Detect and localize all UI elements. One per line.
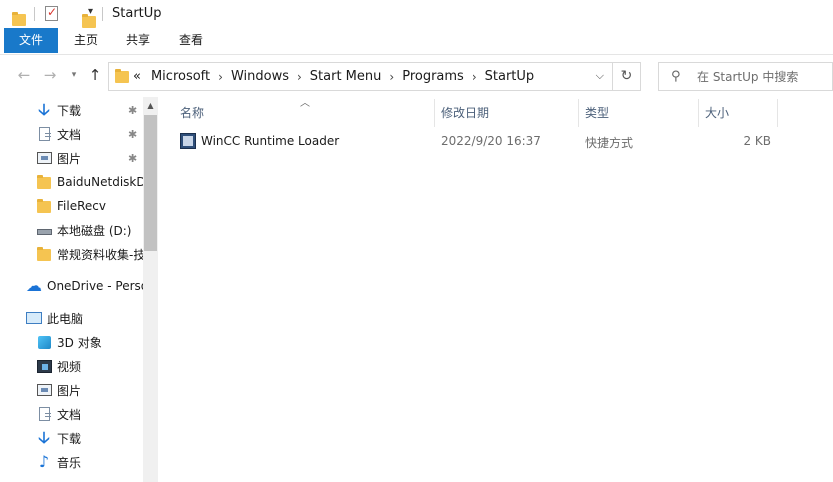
column-divider[interactable] — [578, 99, 579, 127]
breadcrumb-overflow[interactable]: « — [133, 69, 141, 84]
search-box[interactable]: ⚲ — [658, 62, 833, 91]
3d-objects-icon — [36, 334, 52, 350]
nav-item-label: 下载 — [57, 103, 82, 118]
folder-icon — [12, 12, 26, 26]
nav-item-label: 下载 — [57, 431, 82, 446]
chevron-right-icon[interactable]: › — [297, 70, 302, 84]
scroll-up-icon[interactable]: ▲ — [143, 99, 158, 113]
tab-share[interactable]: 共享 — [122, 28, 154, 53]
tab-home[interactable]: 主页 — [70, 28, 102, 53]
nav-item-label: BaiduNetdiskD — [57, 175, 146, 189]
folder-icon — [36, 174, 52, 190]
document-icon — [36, 126, 52, 142]
nav-item-label: 3D 对象 — [57, 335, 102, 350]
column-header-size[interactable]: 大小 — [705, 102, 729, 124]
breadcrumb-start-menu[interactable]: Start Menu — [310, 69, 382, 84]
table-row[interactable]: WinCC Runtime Loader 2022/9/20 16:37 快捷方… — [178, 130, 798, 152]
back-arrow-icon[interactable]: ← — [15, 66, 33, 84]
picture-icon — [36, 382, 52, 398]
pin-icon[interactable]: ✱ — [128, 128, 137, 141]
nav-item-label: 文档 — [57, 407, 82, 422]
column-header-type[interactable]: 类型 — [585, 102, 609, 124]
folder-icon — [36, 246, 52, 262]
nav-item-label: 本地磁盘 (D:) — [57, 223, 132, 238]
download-icon: 🡣 — [38, 100, 50, 119]
tab-view[interactable]: 查看 — [175, 28, 207, 53]
title-bar: ▾ StartUp — [0, 0, 833, 28]
column-divider[interactable] — [698, 99, 699, 127]
sort-ascending-icon: ︿ — [300, 98, 310, 109]
column-header-name[interactable]: 名称 — [180, 102, 204, 124]
nav-item-label: 常规资料收集-技 — [57, 247, 146, 262]
navigation-pane: 🡣 下载 ✱ 文档 ✱ 图片 ✱ BaiduNetdiskD FileRecv … — [0, 97, 158, 482]
chevron-right-icon[interactable]: › — [389, 70, 394, 84]
tab-file[interactable]: 文件 — [4, 28, 58, 53]
scrollbar-thumb[interactable] — [144, 115, 157, 251]
new-folder-icon[interactable] — [82, 14, 96, 28]
toolbar-separator — [34, 7, 35, 21]
nav-item-onedrive[interactable]: ☁ OneDrive - Perso — [26, 275, 143, 297]
drive-icon — [36, 222, 52, 238]
breadcrumb-startup[interactable]: StartUp — [485, 69, 535, 84]
address-bar[interactable]: « Microsoft › Windows › Start Menu › Pro… — [108, 62, 641, 91]
file-name: WinCC Runtime Loader — [201, 134, 340, 148]
file-list: ︿ 名称 修改日期 类型 大小 WinCC Runtime Loader 202… — [160, 97, 833, 482]
forward-arrow-icon[interactable]: → — [41, 66, 59, 84]
music-icon: ♪ — [38, 452, 50, 471]
breadcrumb-microsoft[interactable]: Microsoft — [151, 69, 210, 84]
nav-item-label: 音乐 — [57, 455, 82, 470]
column-header-modified[interactable]: 修改日期 — [441, 102, 489, 124]
pin-icon[interactable]: ✱ — [128, 152, 137, 165]
nav-item-label: 文档 — [57, 127, 82, 142]
folder-icon — [36, 198, 52, 214]
ribbon: 文件 主页 共享 查看 — [0, 28, 833, 55]
breadcrumb-windows[interactable]: Windows — [231, 69, 289, 84]
cloud-icon: ☁ — [26, 276, 42, 295]
file-size: 2 KB — [743, 134, 771, 148]
nav-scrollbar[interactable]: ▲ — [143, 97, 158, 482]
window-title: StartUp — [112, 6, 162, 21]
column-divider[interactable] — [434, 99, 435, 127]
properties-icon[interactable] — [45, 5, 58, 21]
file-type: 快捷方式 — [585, 136, 634, 150]
toolbar-separator — [102, 7, 103, 21]
pin-icon[interactable]: ✱ — [128, 104, 137, 117]
file-modified-date: 2022/9/20 16:37 — [441, 134, 541, 148]
nav-item-label: 图片 — [57, 383, 82, 398]
search-icon: ⚲ — [671, 69, 681, 84]
search-input[interactable] — [697, 68, 827, 86]
download-icon: 🡣 — [38, 428, 50, 447]
document-icon — [36, 406, 52, 422]
nav-item-label: 此电脑 — [47, 311, 84, 326]
refresh-icon[interactable]: ↻ — [612, 63, 640, 90]
nav-item-label: 图片 — [57, 151, 82, 166]
chevron-right-icon[interactable]: › — [218, 70, 223, 84]
wincc-shortcut-icon — [180, 133, 196, 149]
nav-item-this-pc[interactable]: 此电脑 — [26, 307, 143, 329]
nav-item-label: FileRecv — [57, 199, 106, 213]
chevron-down-icon[interactable]: ⌵ — [596, 69, 604, 83]
breadcrumb-programs[interactable]: Programs — [402, 69, 464, 84]
breadcrumb: « Microsoft › Windows › Start Menu › Pro… — [133, 69, 534, 84]
quick-access-dropdown-icon[interactable]: ▾ — [88, 6, 93, 17]
navigation-bar: ← → ▾ ↑ « Microsoft › Windows › Start Me… — [0, 56, 833, 96]
up-arrow-icon[interactable]: ↑ — [86, 66, 104, 84]
nav-item-label: 视频 — [57, 359, 82, 374]
computer-icon — [26, 310, 42, 326]
recent-locations-icon[interactable]: ▾ — [65, 66, 83, 84]
video-icon — [36, 358, 52, 374]
chevron-right-icon[interactable]: › — [472, 70, 477, 84]
nav-item-label: OneDrive - Perso — [47, 279, 143, 293]
folder-icon — [115, 69, 129, 83]
column-divider[interactable] — [777, 99, 778, 127]
picture-icon — [36, 150, 52, 166]
